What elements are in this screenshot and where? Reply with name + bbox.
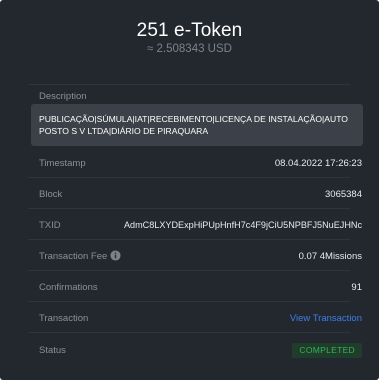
timestamp-value: 08.04.2022 17:26:23 <box>274 158 362 169</box>
block-label: Block <box>39 189 63 200</box>
divider <box>28 239 350 240</box>
divider <box>28 177 350 178</box>
token-amount: 251 e-Token <box>136 20 243 41</box>
txid-label: TXID <box>39 220 61 231</box>
divider <box>28 301 350 302</box>
txid-value: AdmC8LXYDExpHiPUpHnfH7c4F9jCiU5NPBFJ5NuE… <box>123 220 362 230</box>
divider <box>28 332 350 333</box>
transaction-label: Transaction <box>39 313 89 324</box>
divider <box>28 270 350 271</box>
status-badge: COMPLETED <box>292 343 362 358</box>
transaction-details-card: 251 e-Token ≈ 2.508343 USD Description P… <box>0 0 379 380</box>
view-transaction-link[interactable]: View Transaction <box>290 313 362 324</box>
description-label: Description <box>39 91 87 102</box>
info-icon[interactable] <box>110 250 121 261</box>
usd-equivalent: ≈ 2.508343 USD <box>147 43 232 55</box>
amount-header: 251 e-Token ≈ 2.508343 USD <box>0 0 379 80</box>
status-label: Status <box>39 345 66 356</box>
confirmations-label: Confirmations <box>39 282 98 293</box>
divider <box>28 208 350 209</box>
description-text: PUBLICAÇÃO|SÚMULA|IAT|RECEBIMENTO|LICENÇ… <box>31 104 363 146</box>
timestamp-label: Timestamp <box>39 158 86 169</box>
fee-value: 0.07 4Missions <box>298 251 362 262</box>
fee-label: Transaction Fee <box>39 251 108 262</box>
confirmations-value: 91 <box>351 282 362 293</box>
divider <box>28 84 350 85</box>
block-value: 3065384 <box>325 189 362 200</box>
